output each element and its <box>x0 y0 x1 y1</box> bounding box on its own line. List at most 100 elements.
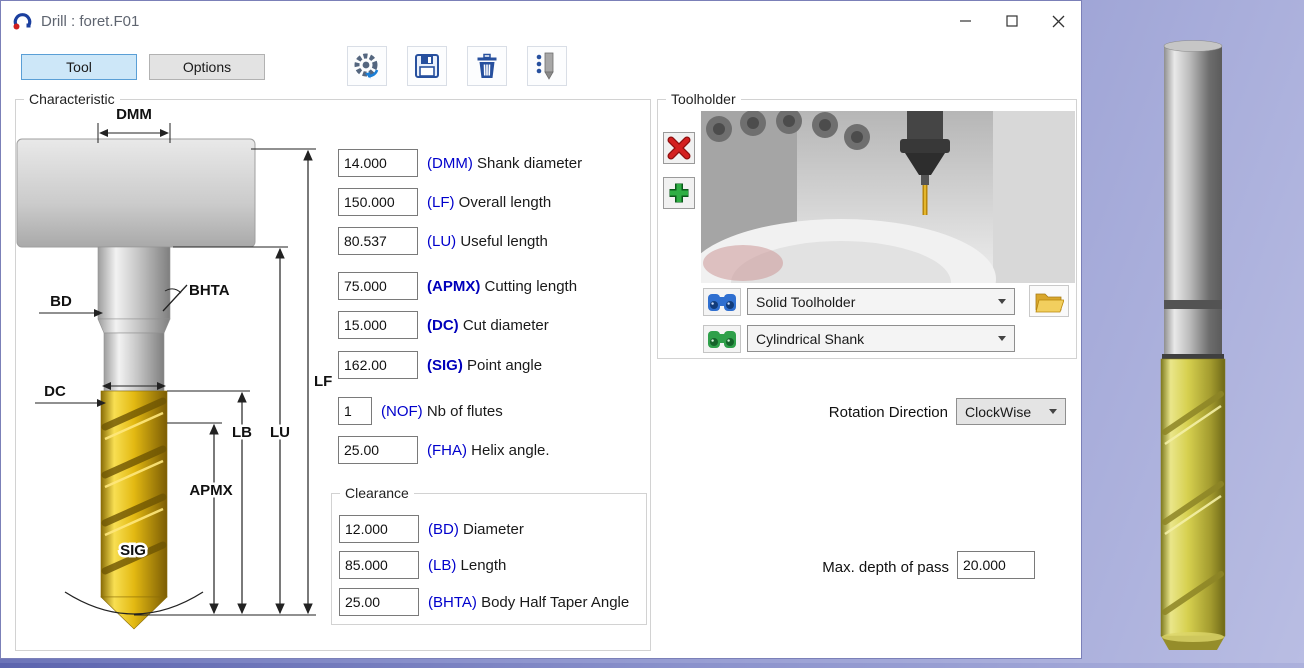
red-x-icon <box>667 136 691 160</box>
field-label: (FHA) Helix angle. <box>427 442 550 459</box>
dim-label-sig: SIG <box>120 542 146 559</box>
dim-label-lu: LU <box>270 424 290 441</box>
field-label: (DC) Cut diameter <box>427 317 549 334</box>
chevron-down-icon <box>1049 409 1057 414</box>
open-folder-icon <box>1034 288 1064 314</box>
field-code: (LF) <box>427 194 455 211</box>
remove-toolholder-button[interactable] <box>663 132 695 164</box>
field-code: (APMX) <box>427 278 480 295</box>
field-nb-of-flutes: (NOF) Nb of flutes <box>338 397 503 425</box>
rotation-direction-select[interactable]: ClockWise <box>956 398 1066 425</box>
body-half-taper-angle-input[interactable] <box>339 588 419 616</box>
titlebar: Drill : foret.F01 <box>1 1 1081 41</box>
save-icon <box>414 53 440 79</box>
field-label: (BD) Diameter <box>428 521 524 538</box>
tab-tool[interactable]: Tool <box>21 54 137 80</box>
tab-row: Tool Options <box>21 54 265 80</box>
machining-parameters-button[interactable] <box>347 46 387 86</box>
close-icon[interactable] <box>1035 1 1081 41</box>
field-code: (BHTA) <box>428 594 477 611</box>
open-toolholder-button[interactable] <box>1029 285 1069 317</box>
maximize-icon[interactable] <box>989 1 1035 41</box>
max-depth-label: Max. depth of pass <box>791 559 949 576</box>
drill-dialog: Drill : foret.F01 Tool Options <box>0 0 1082 659</box>
field-label: (SIG) Point angle <box>427 357 542 374</box>
cutting-length-input[interactable] <box>338 272 418 300</box>
field-label: (DMM) Shank diameter <box>427 155 582 172</box>
field-helix-angle: (FHA) Helix angle. <box>338 436 550 464</box>
dim-label-lb: LB <box>232 424 252 441</box>
helix-angle-input[interactable] <box>338 436 418 464</box>
binoculars-green-icon <box>707 327 737 351</box>
minimize-icon[interactable] <box>943 1 989 41</box>
field-label: (LB) Length <box>428 557 506 574</box>
dim-label-dc: DC <box>44 383 66 400</box>
dim-label-apmx: APMX <box>189 482 232 499</box>
field-body-half-taper-angle: (BHTA) Body Half Taper Angle <box>339 588 629 616</box>
rotation-direction-label: Rotation Direction <box>791 404 948 421</box>
field-code: (SIG) <box>427 357 463 374</box>
field-code: (LB) <box>428 557 456 574</box>
tool-components-button[interactable] <box>527 46 567 86</box>
tool-components-icon <box>534 51 560 81</box>
toolbar <box>347 46 567 86</box>
field-code: (LU) <box>427 233 456 250</box>
add-toolholder-button[interactable] <box>663 177 695 209</box>
field-code: (BD) <box>428 521 459 538</box>
field-label: (NOF) Nb of flutes <box>381 403 503 420</box>
field-point-angle: (SIG) Point angle <box>338 351 542 379</box>
gear-icon <box>352 51 382 81</box>
field-shank-diameter: (DMM) Shank diameter <box>338 149 582 177</box>
rotation-direction-value: ClockWise <box>965 404 1043 420</box>
shank-type-value: Cylindrical Shank <box>756 331 992 347</box>
binoculars-blue-icon <box>707 290 737 314</box>
search-shank-button[interactable] <box>703 325 741 353</box>
clearance-diameter-input[interactable] <box>339 515 419 543</box>
point-angle-input[interactable] <box>338 351 418 379</box>
toolholder-type-select[interactable]: Solid Toolholder <box>747 288 1015 315</box>
tool-3d-render <box>1082 0 1304 663</box>
tab-options[interactable]: Options <box>149 54 265 80</box>
toolholder-group-title: Toolholder <box>666 91 741 107</box>
field-label: (APMX) Cutting length <box>427 278 577 295</box>
field-clearance-length: (LB) Length <box>339 551 506 579</box>
tool-3d-preview-panel <box>1082 0 1304 663</box>
field-overall-length: (LF) Overall length <box>338 188 551 216</box>
nb-of-flutes-input[interactable] <box>338 397 372 425</box>
chevron-down-icon <box>998 336 1006 341</box>
dim-label-bd: BD <box>50 293 72 310</box>
window-title: Drill : foret.F01 <box>41 13 139 30</box>
green-plus-icon <box>667 181 691 205</box>
dim-label-bhta: BHTA <box>189 282 230 299</box>
useful-length-input[interactable] <box>338 227 418 255</box>
trash-icon <box>474 53 500 79</box>
dim-label-dmm: DMM <box>116 106 152 123</box>
clearance-length-input[interactable] <box>339 551 419 579</box>
drill-diagram: DMM BD BHTA DC SIG LF LU LB APMX <box>15 105 345 650</box>
dim-label-lf: LF <box>314 373 332 390</box>
field-label: (LF) Overall length <box>427 194 551 211</box>
field-label: (LU) Useful length <box>427 233 548 250</box>
save-button[interactable] <box>407 46 447 86</box>
machine-photo <box>701 111 1075 283</box>
delete-button[interactable] <box>467 46 507 86</box>
field-code: (DMM) <box>427 155 473 172</box>
field-cut-diameter: (DC) Cut diameter <box>338 311 549 339</box>
max-depth-input[interactable] <box>957 551 1035 579</box>
field-useful-length: (LU) Useful length <box>338 227 548 255</box>
field-code: (FHA) <box>427 442 467 459</box>
overall-length-input[interactable] <box>338 188 418 216</box>
field-code: (DC) <box>427 317 459 334</box>
search-toolholder-button[interactable] <box>703 288 741 316</box>
shank-type-select[interactable]: Cylindrical Shank <box>747 325 1015 352</box>
field-cutting-length: (APMX) Cutting length <box>338 272 577 300</box>
toolholder-type-value: Solid Toolholder <box>756 294 992 310</box>
clearance-group-title: Clearance <box>340 485 414 501</box>
field-clearance-diameter: (BD) Diameter <box>339 515 524 543</box>
app-icon <box>11 10 33 32</box>
field-code: (NOF) <box>381 403 423 420</box>
shank-diameter-input[interactable] <box>338 149 418 177</box>
cut-diameter-input[interactable] <box>338 311 418 339</box>
chevron-down-icon <box>998 299 1006 304</box>
window-controls <box>943 1 1081 41</box>
